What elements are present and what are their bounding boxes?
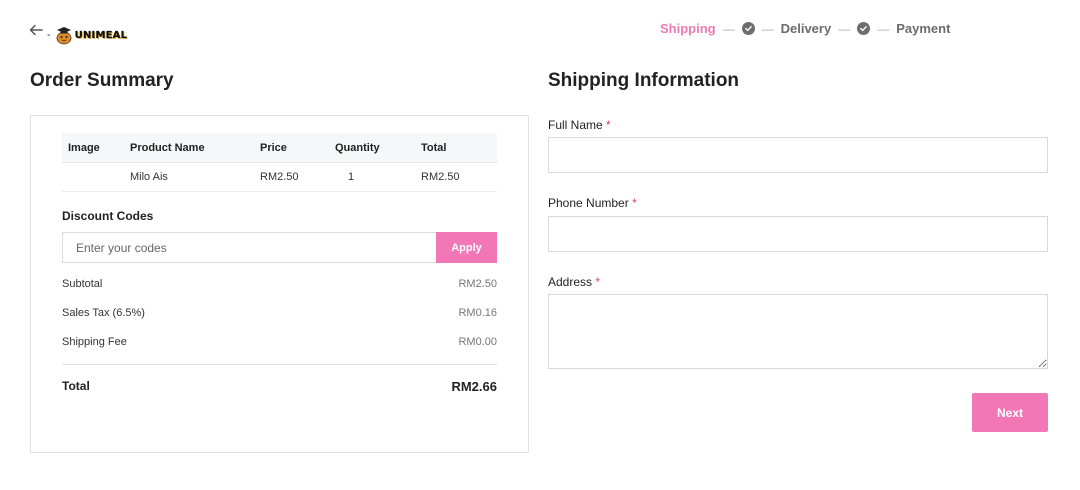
discount-code-input[interactable] bbox=[62, 232, 436, 263]
step-separator: — bbox=[838, 21, 851, 36]
column-header-quantity: Quantity bbox=[335, 141, 380, 154]
full-name-input[interactable] bbox=[548, 137, 1048, 173]
app-logo[interactable]: - UNIMEAL bbox=[47, 24, 127, 46]
phone-number-input[interactable] bbox=[548, 216, 1048, 252]
sales-tax-value: RM0.16 bbox=[458, 307, 497, 319]
shipping-information-title: Shipping Information bbox=[548, 70, 740, 91]
mascot-icon bbox=[56, 27, 72, 45]
step-payment[interactable]: Payment bbox=[896, 21, 950, 36]
required-mark: * bbox=[632, 196, 637, 210]
shipping-fee-label: Shipping Fee bbox=[62, 336, 127, 348]
product-name: Milo Ais bbox=[130, 171, 168, 183]
table-header: Image Product Name Price Quantity Total bbox=[62, 133, 497, 163]
check-circle-icon bbox=[857, 22, 871, 35]
table-row: Milo Ais RM2.50 1 RM2.50 bbox=[62, 163, 497, 192]
step-separator: — bbox=[722, 21, 735, 36]
order-table: Image Product Name Price Quantity Total … bbox=[62, 133, 497, 192]
step-shipping[interactable]: Shipping bbox=[660, 21, 716, 36]
checkout-steps: Shipping — — Delivery — — Payment bbox=[660, 20, 950, 37]
product-total: RM2.50 bbox=[421, 171, 460, 183]
phone-number-label-text: Phone Number bbox=[548, 196, 629, 210]
arrow-left-icon[interactable] bbox=[28, 22, 44, 38]
subtotal-row: Subtotal RM2.50 bbox=[62, 278, 497, 290]
column-header-price: Price bbox=[260, 141, 287, 154]
next-button[interactable]: Next bbox=[972, 393, 1048, 432]
subtotal-value: RM2.50 bbox=[458, 278, 497, 290]
total-row: Total RM2.66 bbox=[62, 379, 497, 394]
summary-divider bbox=[62, 364, 497, 365]
address-textarea[interactable] bbox=[548, 294, 1048, 369]
order-summary-title: Order Summary bbox=[30, 70, 174, 91]
column-header-image: Image bbox=[68, 141, 100, 154]
shipping-fee-value: RM0.00 bbox=[458, 336, 497, 348]
product-price: RM2.50 bbox=[260, 171, 299, 183]
total-value: RM2.66 bbox=[451, 379, 497, 394]
step-separator: — bbox=[761, 21, 774, 36]
step-separator: — bbox=[877, 21, 890, 36]
logo-text: UNIMEAL bbox=[74, 29, 128, 41]
total-label: Total bbox=[62, 379, 90, 393]
address-label-text: Address bbox=[548, 275, 593, 289]
phone-number-label: Phone Number * bbox=[548, 196, 637, 210]
column-header-total: Total bbox=[421, 141, 447, 154]
shipping-fee-row: Shipping Fee RM0.00 bbox=[62, 336, 497, 348]
column-header-product-name: Product Name bbox=[130, 141, 205, 154]
address-label: Address * bbox=[548, 275, 600, 289]
full-name-label-text: Full Name bbox=[548, 118, 603, 132]
apply-button[interactable]: Apply bbox=[436, 232, 497, 263]
sales-tax-row: Sales Tax (6.5%) RM0.16 bbox=[62, 307, 497, 319]
product-quantity: 1 bbox=[348, 171, 355, 183]
discount-codes-label: Discount Codes bbox=[62, 209, 154, 223]
required-mark: * bbox=[606, 118, 611, 132]
check-circle-icon bbox=[741, 22, 755, 35]
sales-tax-label: Sales Tax (6.5%) bbox=[62, 307, 145, 319]
step-delivery[interactable]: Delivery bbox=[781, 21, 832, 36]
order-summary-card: Image Product Name Price Quantity Total … bbox=[30, 115, 529, 453]
required-mark: * bbox=[595, 275, 601, 289]
full-name-label: Full Name * bbox=[548, 118, 611, 132]
logo-dash: - bbox=[47, 29, 51, 41]
subtotal-label: Subtotal bbox=[62, 278, 103, 290]
